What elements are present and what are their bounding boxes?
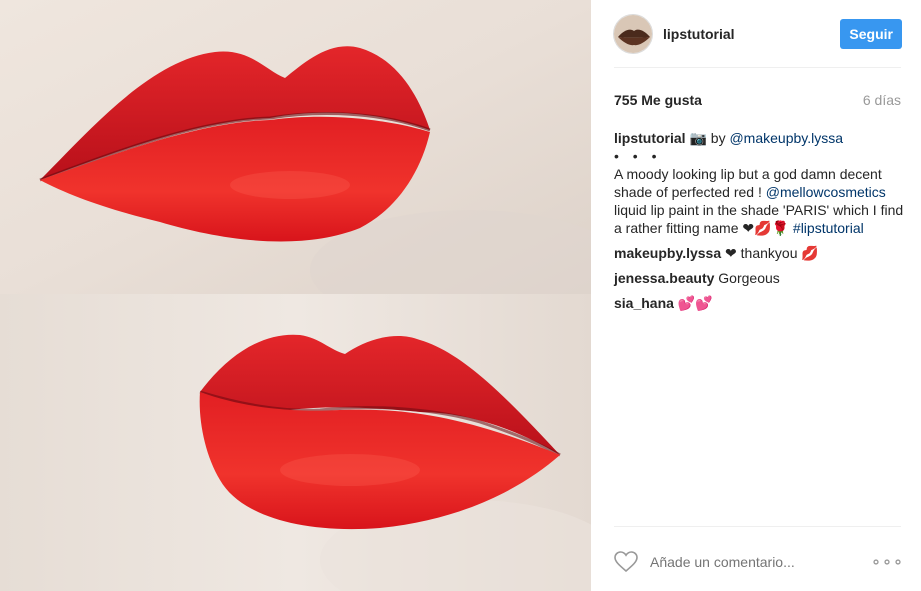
post-sidebar: lipstutorial Seguir 755 Me gusta 6 días …: [591, 0, 921, 591]
kiss-emoji-icon: 💋: [801, 245, 819, 261]
follow-button[interactable]: Seguir: [840, 18, 902, 49]
heart-emoji-icon: ❤: [742, 220, 755, 236]
comment-text: Gorgeous: [714, 270, 780, 286]
post-photo[interactable]: [0, 0, 591, 591]
avatar[interactable]: [613, 13, 653, 54]
caption-mention-link[interactable]: @mellowcosmetics: [766, 184, 886, 200]
kiss-emoji-icon: 💋: [754, 220, 772, 236]
caption-credit-link[interactable]: @makeupby.lyssa: [729, 130, 843, 146]
post-header: lipstutorial Seguir: [591, 0, 921, 67]
post-username[interactable]: lipstutorial: [663, 26, 735, 42]
caption-dots: • • •: [614, 148, 662, 164]
lips-photo-image: [0, 0, 591, 591]
hearts-emoji-icon: 💕💕: [673, 295, 713, 311]
likes-count[interactable]: 755 Me gusta: [614, 92, 702, 108]
comment-user[interactable]: makeupby.lyssa: [614, 245, 721, 261]
divider: [614, 526, 901, 527]
post-meta: 755 Me gusta 6 días: [614, 92, 901, 108]
heart-emoji-icon: ❤: [721, 245, 741, 261]
hashtag-link[interactable]: #lipstutorial: [793, 220, 864, 236]
rose-emoji-icon: 🌹: [771, 220, 790, 236]
comment-item: sia_hana 💕💕: [614, 294, 904, 312]
comment-user[interactable]: jenessa.beauty: [614, 270, 714, 286]
comment-input[interactable]: [650, 554, 860, 570]
comment-item: jenessa.beauty Gorgeous: [614, 269, 904, 287]
divider: [614, 67, 901, 68]
more-options-icon[interactable]: ∘∘∘: [871, 552, 904, 572]
like-heart-icon[interactable]: [614, 551, 638, 573]
comment-bar: ∘∘∘: [614, 540, 904, 584]
comment-item: makeupby.lyssa ❤ thankyou 💋: [614, 244, 904, 262]
caption: lipstutorial 📷 by @makeupby.lyssa • • • …: [614, 129, 904, 237]
caption-author[interactable]: lipstutorial: [614, 130, 686, 146]
comments-list: lipstutorial 📷 by @makeupby.lyssa • • • …: [614, 129, 904, 319]
post-age[interactable]: 6 días: [863, 92, 901, 108]
comment-text: thankyou: [740, 245, 802, 261]
camera-icon: 📷: [689, 130, 707, 146]
caption-by: by: [706, 130, 730, 146]
comment-user[interactable]: sia_hana: [614, 295, 674, 311]
